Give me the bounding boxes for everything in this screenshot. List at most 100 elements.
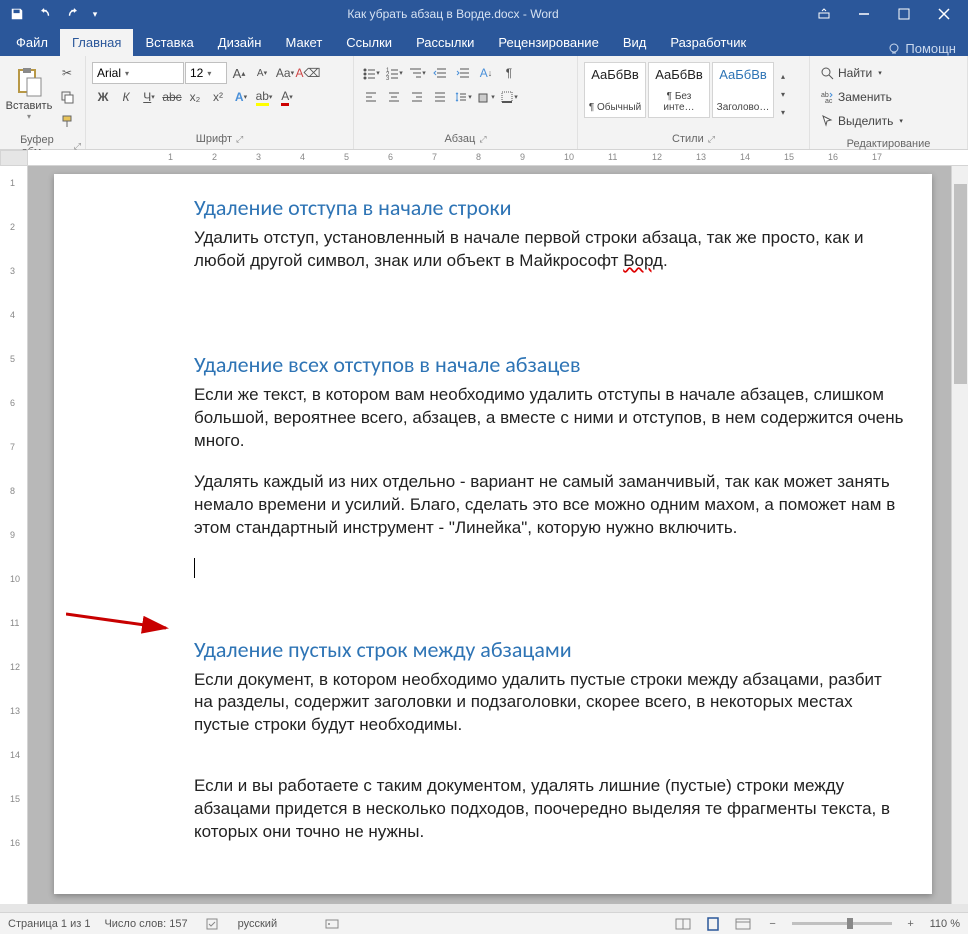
read-mode-icon[interactable] xyxy=(672,915,694,933)
tell-me-search[interactable]: Помощн xyxy=(875,41,968,56)
align-center-icon[interactable] xyxy=(383,86,405,108)
superscript-button[interactable]: x² xyxy=(207,86,229,108)
select-button[interactable]: Выделить▾ xyxy=(816,110,907,132)
group-styles: АаБбВв¶ Обычный АаБбВв¶ Без инте… АаБбВв… xyxy=(578,56,810,149)
borders-icon[interactable]: ▾ xyxy=(498,86,520,108)
paragraph-launcher-icon[interactable]: ⤢ xyxy=(479,134,486,145)
shrink-font-icon[interactable]: A▾ xyxy=(251,62,273,84)
font-size-combo[interactable]: 12▾ xyxy=(185,62,227,84)
tab-mailings[interactable]: Рассылки xyxy=(404,29,486,56)
font-color-icon[interactable]: A▾ xyxy=(276,86,298,108)
highlight-icon[interactable]: ab▾ xyxy=(253,86,275,108)
clear-format-icon[interactable]: A⌫ xyxy=(297,62,319,84)
redo-icon[interactable] xyxy=(60,2,86,26)
document-area: 12345678910111213141516 Удаление отступа… xyxy=(0,166,968,904)
ribbon: Вставить ▾ ✂ Буфер обм…⤢ Arial▾ 12▾ A▴ A… xyxy=(0,56,968,150)
tab-references[interactable]: Ссылки xyxy=(334,29,404,56)
status-page[interactable]: Страница 1 из 1 xyxy=(8,918,90,930)
line-spacing-icon[interactable]: ▾ xyxy=(452,86,474,108)
maximize-icon[interactable] xyxy=(884,0,924,28)
styles-scroll-down-icon[interactable]: ▾ xyxy=(776,87,790,103)
align-left-icon[interactable] xyxy=(360,86,382,108)
heading-3: Удаление пустых строк между абзацами xyxy=(194,636,904,663)
red-arrow-annotation xyxy=(66,606,176,636)
vertical-ruler[interactable]: 12345678910111213141516 xyxy=(0,166,28,904)
decrease-indent-icon[interactable] xyxy=(429,62,451,84)
vertical-scrollbar[interactable] xyxy=(951,166,968,904)
subscript-button[interactable]: x₂ xyxy=(184,86,206,108)
web-layout-icon[interactable] xyxy=(732,915,754,933)
underline-button[interactable]: Ч▾ xyxy=(138,86,160,108)
page-scroll[interactable]: Удаление отступа в начале строки Удалить… xyxy=(28,166,968,904)
styles-launcher-icon[interactable]: ⤢ xyxy=(708,134,715,145)
quick-access-toolbar: ▾ xyxy=(4,2,102,26)
style-heading1[interactable]: АаБбВвЗаголово… xyxy=(712,62,774,118)
paragraph-3: Удалять каждый из них отдельно - вариант… xyxy=(194,471,904,540)
paste-icon xyxy=(13,66,45,98)
minimize-icon[interactable] xyxy=(844,0,884,28)
document-title: Как убрать абзац в Ворде.docx - Word xyxy=(102,7,804,21)
tab-home[interactable]: Главная xyxy=(60,29,133,56)
shading-icon[interactable]: ▾ xyxy=(475,86,497,108)
sort-icon[interactable]: A↓ xyxy=(475,62,497,84)
show-marks-icon[interactable]: ¶ xyxy=(498,62,520,84)
tab-insert[interactable]: Вставка xyxy=(133,29,205,56)
zoom-slider[interactable] xyxy=(792,922,892,925)
group-editing: Найти▾ abacЗаменить Выделить▾ Редактиров… xyxy=(810,56,968,149)
save-icon[interactable] xyxy=(4,2,30,26)
horizontal-ruler[interactable]: 1234567891011121314151617 xyxy=(28,150,968,166)
tab-view[interactable]: Вид xyxy=(611,29,659,56)
tab-developer[interactable]: Разработчик xyxy=(658,29,758,56)
window-buttons xyxy=(804,0,964,28)
align-right-icon[interactable] xyxy=(406,86,428,108)
cut-icon[interactable]: ✂ xyxy=(56,62,78,84)
font-name-combo[interactable]: Arial▾ xyxy=(92,62,184,84)
tab-review[interactable]: Рецензирование xyxy=(486,29,610,56)
tab-file[interactable]: Файл xyxy=(4,29,60,56)
group-clipboard: Вставить ▾ ✂ Буфер обм…⤢ xyxy=(0,56,86,149)
paragraph-4: Если документ, в котором необходимо удал… xyxy=(194,669,904,738)
qat-customize-icon[interactable]: ▾ xyxy=(88,2,102,26)
paragraph-1: Удалить отступ, установленный в начале п… xyxy=(194,227,904,273)
heading-2: Удаление всех отступов в начале абзацев xyxy=(194,351,904,378)
justify-icon[interactable] xyxy=(429,86,451,108)
close-icon[interactable] xyxy=(924,0,964,28)
styles-expand-icon[interactable]: ▾ xyxy=(776,105,790,121)
text-effects-icon[interactable]: A▾ xyxy=(230,86,252,108)
zoom-in-icon[interactable]: + xyxy=(900,915,922,933)
italic-button[interactable]: К xyxy=(115,86,137,108)
copy-icon[interactable] xyxy=(56,86,78,108)
tab-design[interactable]: Дизайн xyxy=(206,29,274,56)
grow-font-icon[interactable]: A▴ xyxy=(228,62,250,84)
search-icon xyxy=(820,66,834,80)
find-button[interactable]: Найти▾ xyxy=(816,62,886,84)
ribbon-options-icon[interactable] xyxy=(804,0,844,28)
macro-record-icon[interactable] xyxy=(321,915,343,933)
heading-1: Удаление отступа в начале строки xyxy=(194,194,904,221)
tab-layout[interactable]: Макет xyxy=(273,29,334,56)
replace-button[interactable]: abacЗаменить xyxy=(816,86,896,108)
styles-scroll-up-icon[interactable]: ▴ xyxy=(776,69,790,85)
undo-icon[interactable] xyxy=(32,2,58,26)
numbering-icon[interactable]: 123▾ xyxy=(383,62,405,84)
svg-text:3: 3 xyxy=(386,76,390,80)
increase-indent-icon[interactable] xyxy=(452,62,474,84)
zoom-out-icon[interactable]: − xyxy=(762,915,784,933)
lightbulb-icon xyxy=(887,42,901,56)
spell-check-icon[interactable] xyxy=(202,915,224,933)
style-no-spacing[interactable]: АаБбВв¶ Без инте… xyxy=(648,62,710,118)
paste-button[interactable]: Вставить ▾ xyxy=(4,58,54,128)
multilevel-list-icon[interactable]: ▾ xyxy=(406,62,428,84)
strikethrough-button[interactable]: abc xyxy=(161,86,183,108)
status-words[interactable]: Число слов: 157 xyxy=(104,918,187,930)
change-case-icon[interactable]: Aa▾ xyxy=(274,62,296,84)
style-normal[interactable]: АаБбВв¶ Обычный xyxy=(584,62,646,118)
font-launcher-icon[interactable]: ⤢ xyxy=(236,134,243,145)
status-language[interactable]: русский xyxy=(238,918,277,930)
replace-icon: abac xyxy=(820,90,834,104)
zoom-level[interactable]: 110 % xyxy=(930,918,960,930)
format-painter-icon[interactable] xyxy=(56,110,78,132)
bold-button[interactable]: Ж xyxy=(92,86,114,108)
bullets-icon[interactable]: ▾ xyxy=(360,62,382,84)
print-layout-icon[interactable] xyxy=(702,915,724,933)
